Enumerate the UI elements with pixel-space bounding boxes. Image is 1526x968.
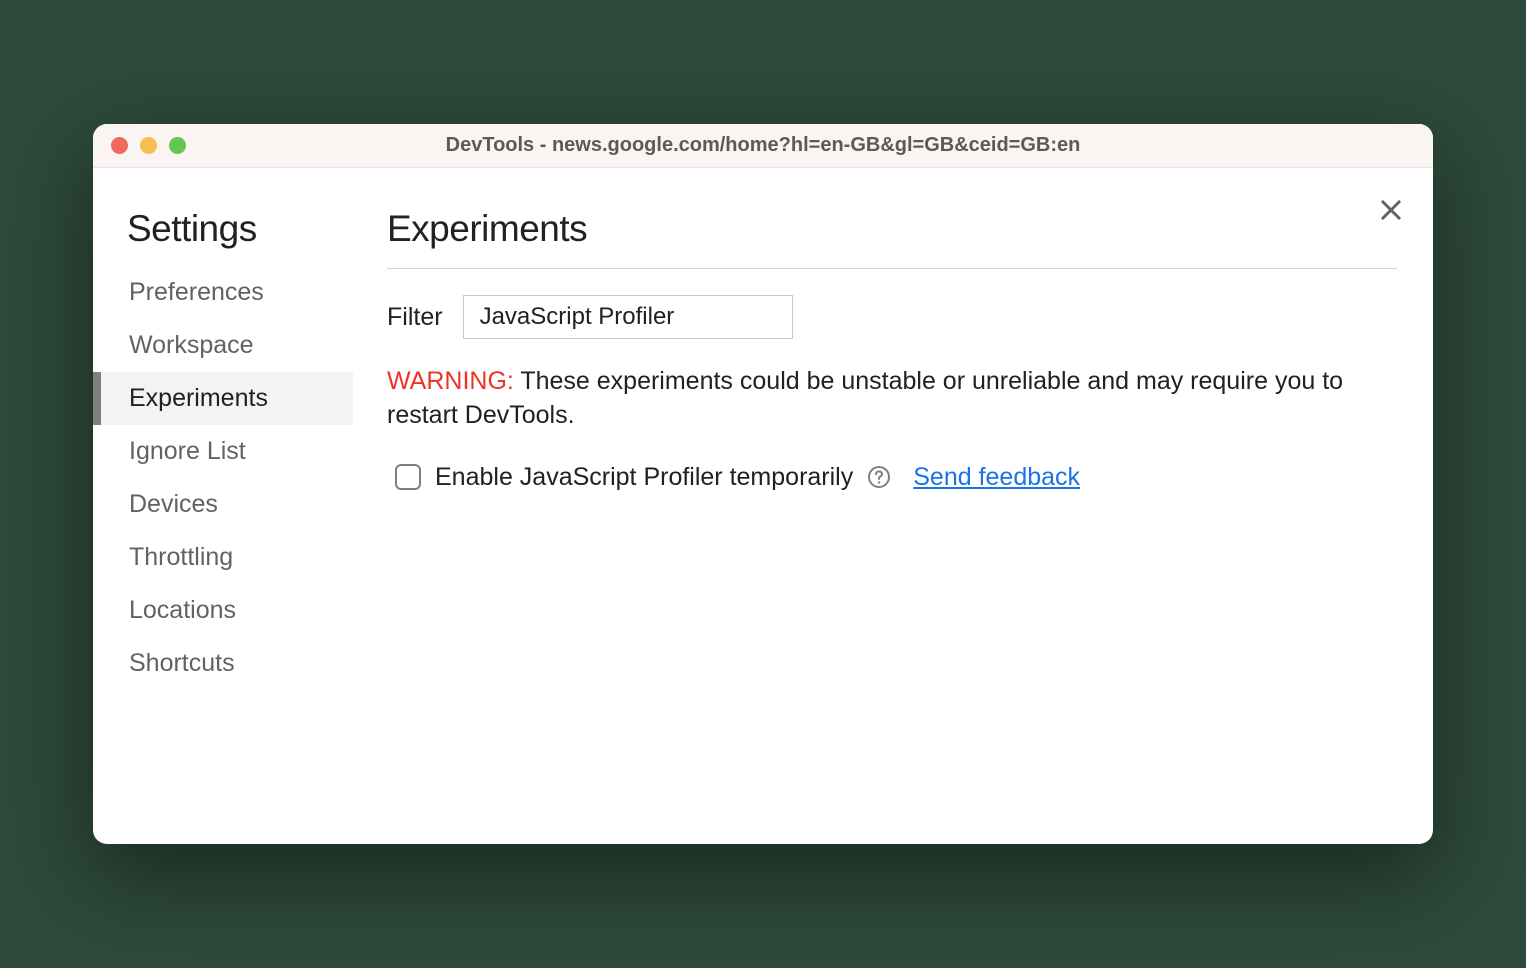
experiment-label: Enable JavaScript Profiler temporarily [435,463,853,492]
sidebar-item-label: Preferences [129,278,264,306]
window-title: DevTools - news.google.com/home?hl=en-GB… [93,134,1433,157]
sidebar-item-label: Throttling [129,543,233,571]
sidebar-item-locations[interactable]: Locations [93,584,353,637]
sidebar-item-label: Ignore List [129,437,246,465]
sidebar-item-shortcuts[interactable]: Shortcuts [93,637,353,690]
sidebar-item-workspace[interactable]: Workspace [93,319,353,372]
close-icon [1377,196,1405,224]
panel-title: Experiments [387,208,1397,269]
sidebar-item-devices[interactable]: Devices [93,478,353,531]
experiment-checkbox[interactable] [395,464,421,490]
traffic-lights [111,137,186,154]
sidebar-item-label: Devices [129,490,218,518]
sidebar-item-label: Workspace [129,331,254,359]
sidebar-item-preferences[interactable]: Preferences [93,266,353,319]
window-close-button[interactable] [111,137,128,154]
filter-input[interactable] [463,295,793,339]
sidebar-item-experiments[interactable]: Experiments [93,372,353,425]
sidebar-item-throttling[interactable]: Throttling [93,531,353,584]
close-settings-button[interactable] [1377,196,1405,224]
sidebar-item-label: Experiments [129,384,268,412]
sidebar-item-label: Shortcuts [129,649,235,677]
filter-row: Filter [387,295,1397,339]
window-maximize-button[interactable] [169,137,186,154]
warning-block: WARNING: These experiments could be unst… [387,365,1397,433]
window-minimize-button[interactable] [140,137,157,154]
main-panel: Experiments Filter WARNING: These experi… [353,168,1433,844]
experiment-row: Enable JavaScript Profiler temporarily S… [387,463,1397,492]
devtools-window: DevTools - news.google.com/home?hl=en-GB… [93,124,1433,844]
sidebar-item-ignore-list[interactable]: Ignore List [93,425,353,478]
warning-text: These experiments could be unstable or u… [387,367,1343,429]
help-icon[interactable] [867,465,891,489]
sidebar-title: Settings [93,208,353,266]
settings-sidebar: Settings Preferences Workspace Experimen… [93,168,353,844]
window-body: Settings Preferences Workspace Experimen… [93,168,1433,844]
sidebar-item-label: Locations [129,596,236,624]
title-bar: DevTools - news.google.com/home?hl=en-GB… [93,124,1433,168]
send-feedback-link[interactable]: Send feedback [913,463,1080,492]
filter-label: Filter [387,303,443,332]
warning-label: WARNING: [387,367,514,395]
